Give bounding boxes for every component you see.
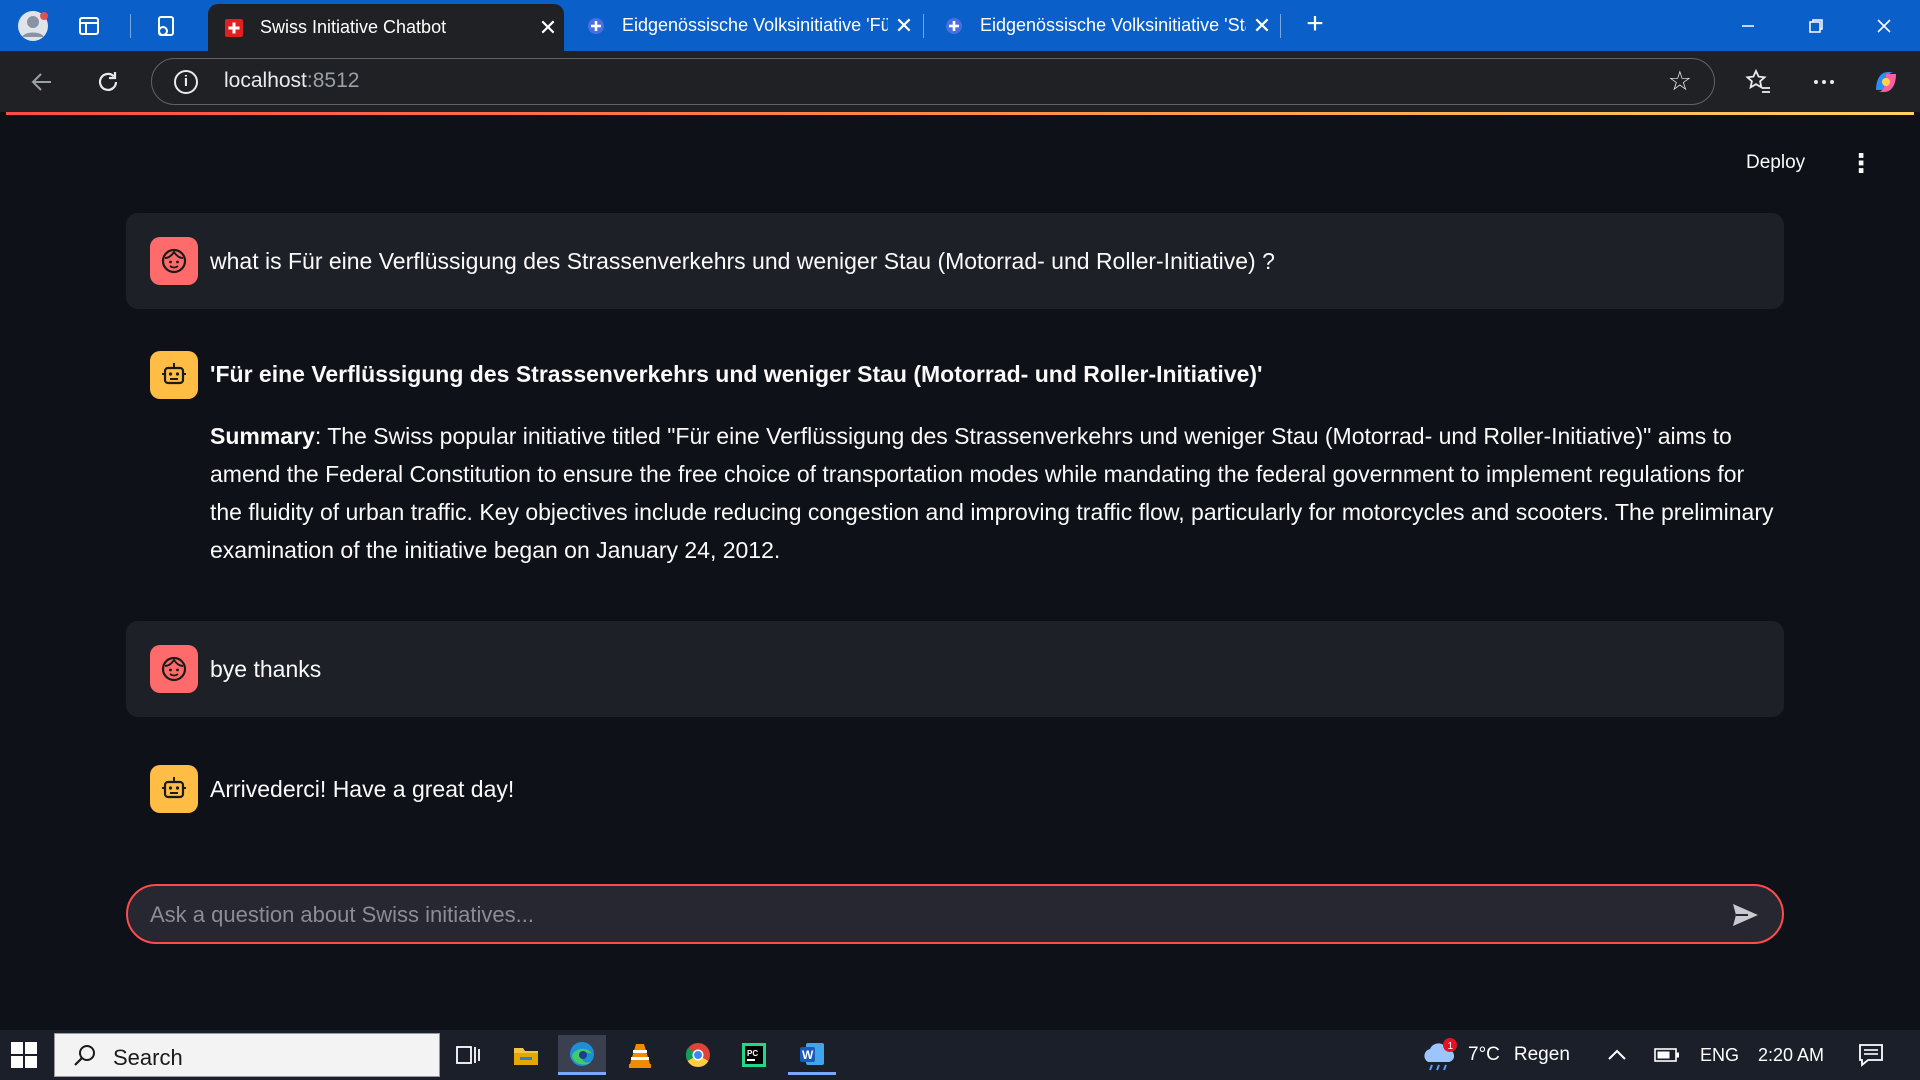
message-content: 'Für eine Verflüssigung des Strassenverk… [210,355,1774,569]
notifications-icon[interactable] [1858,1030,1884,1080]
site-info-icon[interactable]: i [174,70,198,94]
tab-title: Eidgenössische Volksinitiative 'Für [622,15,888,35]
language-indicator[interactable]: ENG [1700,1030,1739,1080]
vlc-icon[interactable] [616,1035,664,1075]
battery-icon[interactable] [1654,1030,1680,1080]
tab-actions-icon[interactable] [149,9,183,43]
weather-widget[interactable]: 1 7°C Regen [1420,1030,1570,1080]
tab-separator [923,14,924,38]
minimize-button[interactable] [1714,0,1782,51]
weather-condition: Regen [1513,1044,1570,1065]
address-bar[interactable]: i localhost:8512 ☆ [151,58,1715,105]
url-host: localhost [224,69,307,92]
chat-input[interactable] [150,898,1690,932]
reload-button[interactable] [88,63,128,101]
bot-avatar-icon [150,765,198,813]
svg-text:W: W [802,1048,814,1062]
more-options-icon[interactable] [1804,63,1844,101]
windows-taskbar: Search PC W 1 7°C Regen ENG 2:20 AM [0,1030,1920,1080]
profile-avatar-icon[interactable] [16,9,50,43]
new-tab-button[interactable]: + [1298,8,1332,42]
tab-separator [1280,14,1281,38]
windows-start-icon[interactable] [10,1041,40,1071]
chat-message-user: what is Für eine Verflüssigung des Stras… [126,213,1784,309]
summary-paragraph: Summary: The Swiss popular initiative ti… [210,417,1774,569]
weather-temperature: 7°C [1468,1044,1500,1065]
workspaces-icon[interactable] [72,9,106,43]
weather-badge-count: 1 [1448,1041,1454,1052]
federal-cross-icon [944,16,964,36]
chat-message-user: bye thanks [126,621,1784,717]
summary-text: : The Swiss popular initiative titled "F… [210,423,1774,563]
tab-close-icon[interactable]: ✕ [888,13,920,39]
message-text: bye thanks [210,656,322,682]
user-avatar-icon [150,237,198,285]
task-view-icon[interactable] [444,1035,492,1075]
search-label: Search [113,1045,183,1070]
browser-toolbar: i localhost:8512 ☆ [0,51,1920,112]
restore-button[interactable] [1782,0,1850,51]
chatbot-page: Deploy ⋮ what is Für eine Verflüssigung … [6,112,1914,1030]
word-icon[interactable]: W [788,1035,836,1075]
chat-message-assistant: 'Für eine Verflüssigung des Strassenverk… [126,327,1784,667]
edge-browser-icon[interactable] [558,1035,606,1075]
chrome-icon[interactable] [674,1035,722,1075]
pycharm-icon[interactable]: PC [730,1035,778,1075]
back-button[interactable] [22,63,62,101]
top-decoration-bar [6,112,1914,115]
search-icon [74,1045,95,1066]
tab-title: Swiss Initiative Chatbot [260,17,447,37]
chat-message-assistant: Arrivederci! Have a great day! [126,741,1784,837]
clock[interactable]: 2:20 AM [1758,1030,1824,1080]
file-explorer-icon[interactable] [502,1035,550,1075]
tab-volksinitiative-fur[interactable]: Eidgenössische Volksinitiative 'Für ✕ [570,0,920,51]
bot-avatar-icon [150,351,198,399]
tab-title: Eidgenössische Volksinitiative 'Sta [980,15,1246,35]
message-text: what is Für eine Verflüssigung des Stras… [210,248,1275,274]
tab-close-icon[interactable]: ✕ [532,15,564,41]
taskbar-search[interactable]: Search [54,1033,440,1077]
show-hidden-icons-chevron-icon[interactable] [1606,1030,1628,1080]
address-url[interactable]: localhost:8512 [224,69,359,93]
federal-cross-icon [586,16,606,36]
tab-swiss-initiative-chatbot[interactable]: Swiss Initiative Chatbot ✕ [208,4,564,51]
browser-tab-strip: Swiss Initiative Chatbot ✕ Eidgenössisch… [0,0,1920,51]
summary-label: Summary [210,423,315,449]
tab-volksinitiative-sta[interactable]: Eidgenössische Volksinitiative 'Sta ✕ [928,0,1278,51]
tab-close-icon[interactable]: ✕ [1246,13,1278,39]
message-heading: 'Für eine Verflüssigung des Strassenverk… [210,361,1263,387]
url-port: :8512 [306,69,360,92]
favorites-icon[interactable] [1738,63,1778,101]
close-window-button[interactable] [1850,0,1918,51]
rain-cloud-icon: 1 [1424,1038,1457,1071]
user-avatar-icon [150,645,198,693]
copilot-icon[interactable] [1866,63,1906,101]
tab-strip-separator [130,14,131,38]
deploy-button[interactable]: Deploy [1746,152,1805,174]
favorite-star-icon[interactable]: ☆ [1668,66,1692,97]
swiss-flag-icon [224,18,244,38]
message-text: Arrivederci! Have a great day! [210,776,515,802]
main-menu-icon[interactable]: ⋮ [1848,150,1874,176]
send-icon[interactable] [1730,900,1760,930]
svg-text:PC: PC [747,1049,758,1058]
chat-input-container [126,884,1784,944]
